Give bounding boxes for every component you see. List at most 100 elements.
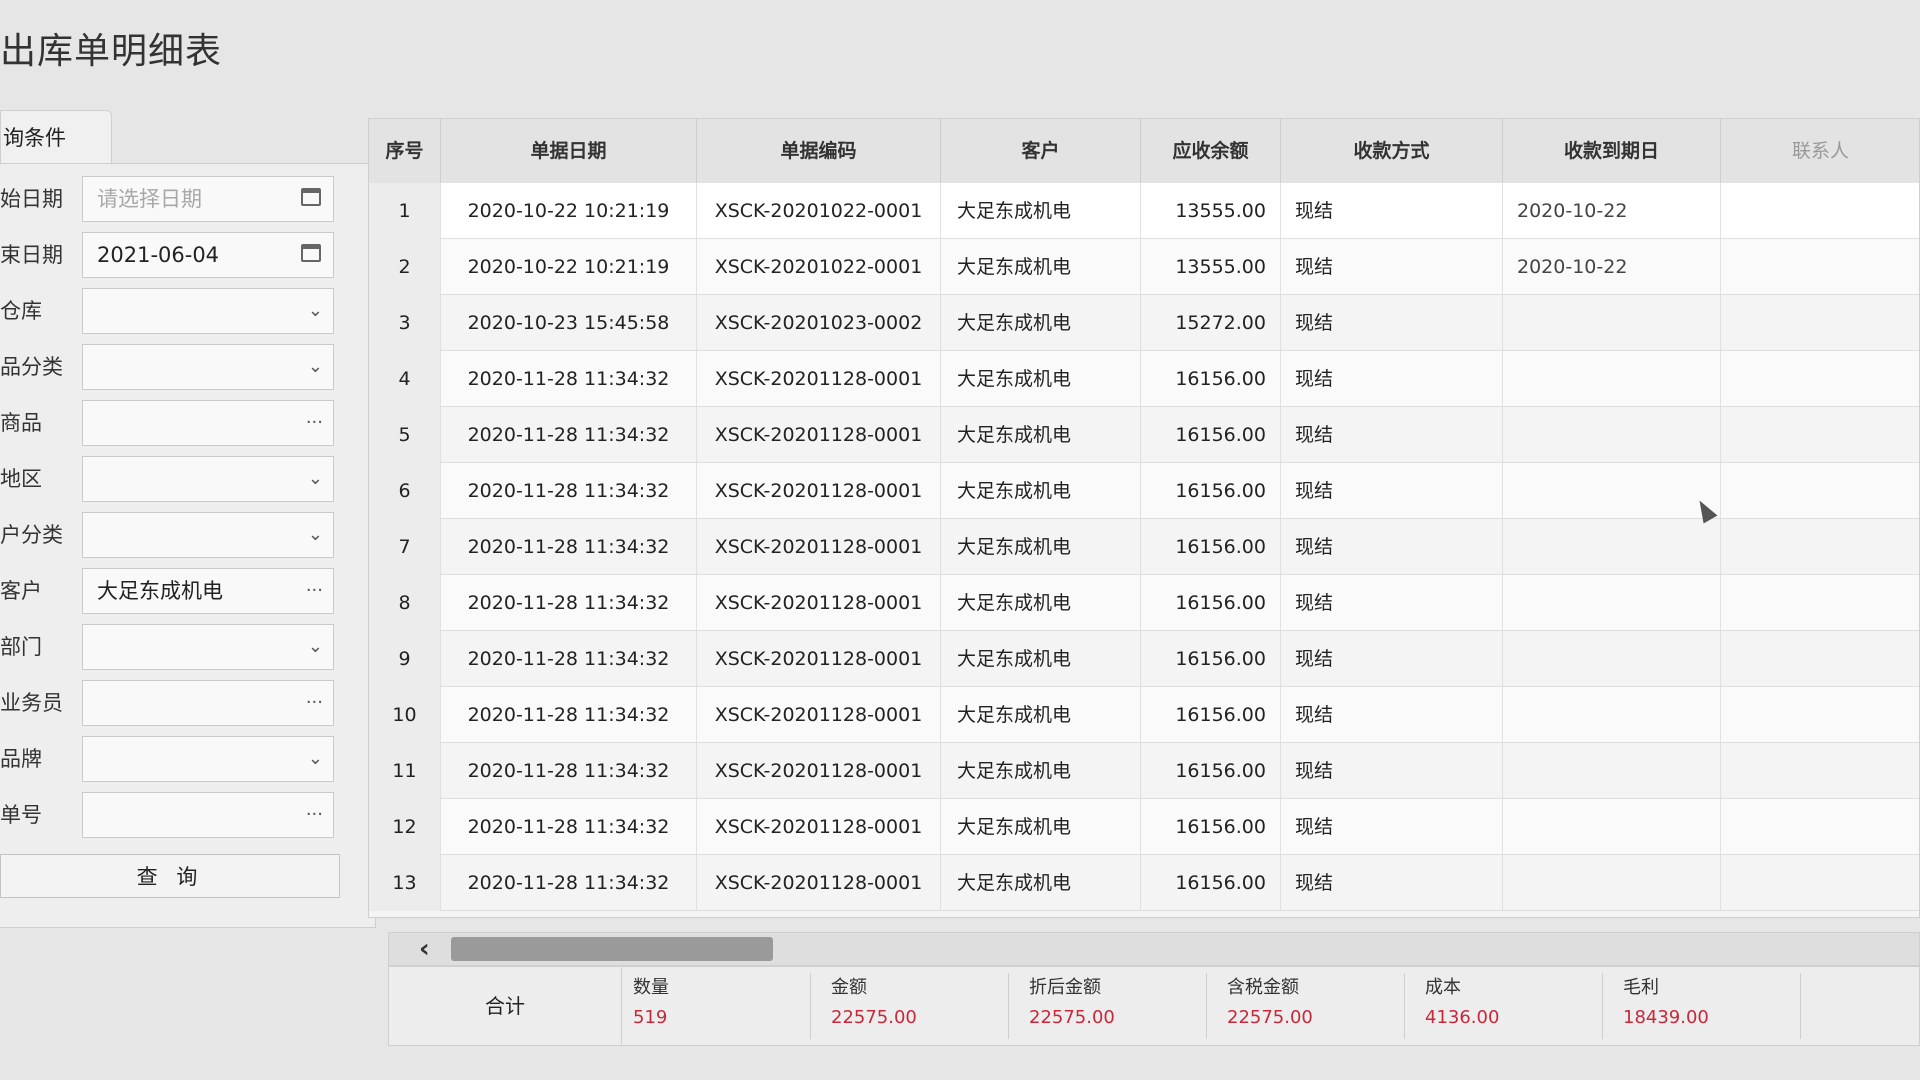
chevron-down-icon[interactable]: ⌄ [308, 737, 323, 781]
picker-field[interactable]: ··· [82, 680, 334, 726]
table-cell: 现结 [1281, 631, 1503, 687]
table-row[interactable]: 1 2020-10-22 10:21:19 XSCK-20201022-0001 大足… [369, 183, 1919, 239]
table-cell: 大足东成机电 [941, 575, 1141, 631]
date-field[interactable]: 2021-06-04 [82, 232, 334, 278]
filter-row: 单号 ··· [0, 790, 376, 840]
table-cell: 2020-10-22 [1503, 239, 1721, 295]
column-header[interactable]: 单据日期 [441, 119, 697, 183]
filter-row: 部门 ⌄ [0, 622, 376, 672]
ellipsis-icon[interactable]: ··· [306, 793, 323, 837]
table-cell: 16156.00 [1141, 743, 1281, 799]
column-header[interactable]: 客户 [941, 119, 1141, 183]
filter-label: 户分类 [0, 523, 63, 547]
total-item: 数量 519 [621, 973, 811, 1039]
table-cell: 9 [369, 631, 441, 687]
table-row[interactable]: 9 2020-11-28 11:34:32 XSCK-20201128-0001 大足… [369, 631, 1919, 687]
filter-row: 地区 ⌄ [0, 454, 376, 504]
table-cell: 现结 [1281, 575, 1503, 631]
table-cell [1503, 519, 1721, 575]
table-row[interactable]: 7 2020-11-28 11:34:32 XSCK-20201128-0001 大足… [369, 519, 1919, 575]
table-cell: 1 [369, 183, 441, 239]
filter-label: 单号 [0, 803, 42, 827]
query-button[interactable]: 查 询 [0, 854, 340, 898]
total-value: 519 [633, 1007, 668, 1028]
table-cell [1721, 351, 1919, 407]
ellipsis-icon[interactable]: ··· [306, 401, 323, 445]
column-header[interactable]: 收款到期日 [1503, 119, 1721, 183]
table-cell: 2020-11-28 11:34:32 [441, 631, 697, 687]
date-field[interactable]: 请选择日期 [82, 176, 334, 222]
table-cell: 大足东成机电 [941, 351, 1141, 407]
table-cell: 大足东成机电 [941, 799, 1141, 855]
picker-field[interactable]: ··· [82, 400, 334, 446]
table-row[interactable]: 13 2020-11-28 11:34:32 XSCK-20201128-0001 大… [369, 855, 1919, 911]
ellipsis-icon[interactable]: ··· [306, 569, 323, 613]
table-cell: 现结 [1281, 239, 1503, 295]
scroll-left-arrow-icon[interactable]: ‹ [419, 933, 443, 965]
table-cell: 2020-11-28 11:34:32 [441, 575, 697, 631]
filter-dropdown[interactable]: ⌄ [82, 344, 334, 390]
table-cell: 2020-11-28 11:34:32 [441, 687, 697, 743]
chevron-down-icon[interactable]: ⌄ [308, 345, 323, 389]
table-cell [1503, 743, 1721, 799]
table-row[interactable]: 12 2020-11-28 11:34:32 XSCK-20201128-0001 大… [369, 799, 1919, 855]
table-row[interactable]: 10 2020-11-28 11:34:32 XSCK-20201128-0001 大… [369, 687, 1919, 743]
table-cell: 现结 [1281, 687, 1503, 743]
picker-field[interactable]: ··· [82, 792, 334, 838]
table-cell: 7 [369, 519, 441, 575]
filter-dropdown[interactable]: ⌄ [82, 512, 334, 558]
total-value: 4136.00 [1425, 1007, 1500, 1028]
table-row[interactable]: 11 2020-11-28 11:34:32 XSCK-20201128-0001 大… [369, 743, 1919, 799]
column-header[interactable]: 联系人 [1721, 119, 1919, 183]
table-cell: 大足东成机电 [941, 743, 1141, 799]
filter-label: 地区 [0, 467, 42, 491]
filter-dropdown[interactable]: ⌄ [82, 288, 334, 334]
table-row[interactable]: 8 2020-11-28 11:34:32 XSCK-20201128-0001 大足… [369, 575, 1919, 631]
filter-row: 品牌 ⌄ [0, 734, 376, 784]
calendar-icon[interactable] [301, 244, 321, 262]
column-header[interactable]: 单据编码 [697, 119, 941, 183]
table-row[interactable]: 4 2020-11-28 11:34:32 XSCK-20201128-0001 大足… [369, 351, 1919, 407]
table-cell: 13 [369, 855, 441, 911]
table-cell [1503, 631, 1721, 687]
chevron-down-icon[interactable]: ⌄ [308, 289, 323, 333]
table-cell: 12 [369, 799, 441, 855]
ellipsis-icon[interactable]: ··· [306, 681, 323, 725]
total-value: 22575.00 [1029, 1007, 1115, 1028]
tab-query-conditions[interactable]: 询条件 [0, 110, 112, 164]
picker-field[interactable]: 大足东成机电 ··· [82, 568, 334, 614]
scrollbar-thumb[interactable] [451, 937, 773, 961]
table-cell [1503, 407, 1721, 463]
chevron-down-icon[interactable]: ⌄ [308, 513, 323, 557]
filter-label: 品分类 [0, 355, 63, 379]
filter-label: 商品 [0, 411, 42, 435]
total-value: 22575.00 [831, 1007, 917, 1028]
total-name: 含税金额 [1227, 977, 1299, 998]
filter-row: 客户 大足东成机电 ··· [0, 566, 376, 616]
table-row[interactable]: 5 2020-11-28 11:34:32 XSCK-20201128-0001 大足… [369, 407, 1919, 463]
column-header[interactable]: 收款方式 [1281, 119, 1503, 183]
table-cell: 大足东成机电 [941, 295, 1141, 351]
chevron-down-icon[interactable]: ⌄ [308, 625, 323, 669]
table-cell: 2020-11-28 11:34:32 [441, 799, 697, 855]
table-cell: 5 [369, 407, 441, 463]
filter-dropdown[interactable]: ⌄ [82, 624, 334, 670]
column-header[interactable]: 序号 [369, 119, 441, 183]
field-value: 2021-06-04 [97, 243, 220, 267]
table-cell: 16156.00 [1141, 687, 1281, 743]
table-row[interactable]: 3 2020-10-23 15:45:58 XSCK-20201023-0002 大足… [369, 295, 1919, 351]
calendar-icon[interactable] [301, 188, 321, 206]
table-cell [1721, 407, 1919, 463]
filter-dropdown[interactable]: ⌄ [82, 456, 334, 502]
table-cell: 10 [369, 687, 441, 743]
table-row[interactable]: 2 2020-10-22 10:21:19 XSCK-20201022-0001 大足… [369, 239, 1919, 295]
table-row[interactable]: 6 2020-11-28 11:34:32 XSCK-20201128-0001 大足… [369, 463, 1919, 519]
table-cell: 现结 [1281, 743, 1503, 799]
table-cell: 16156.00 [1141, 463, 1281, 519]
horizontal-scrollbar[interactable]: ‹ [388, 932, 1920, 966]
total-name: 金额 [831, 977, 867, 998]
table-cell: XSCK-20201128-0001 [697, 631, 941, 687]
filter-dropdown[interactable]: ⌄ [82, 736, 334, 782]
column-header[interactable]: 应收余额 [1141, 119, 1281, 183]
chevron-down-icon[interactable]: ⌄ [308, 457, 323, 501]
